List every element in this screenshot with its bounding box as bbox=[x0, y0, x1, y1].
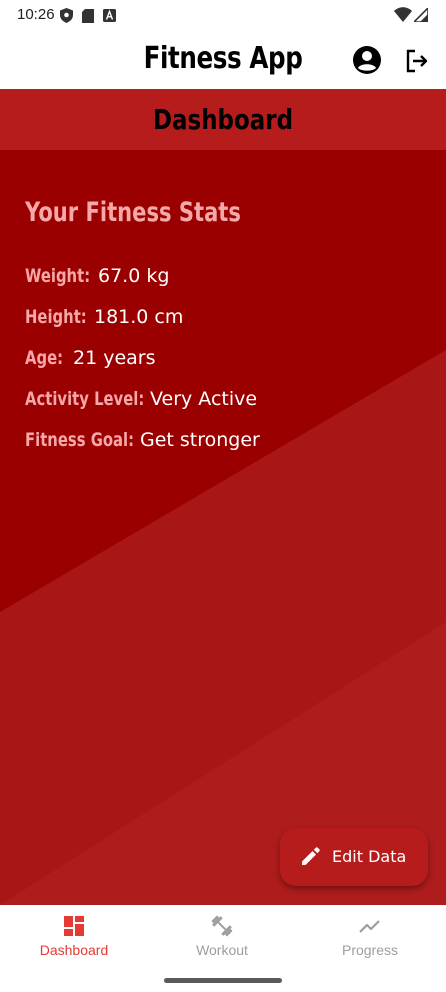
stat-value: Very Active bbox=[150, 388, 258, 410]
app-bar: Fitness App bbox=[0, 32, 446, 89]
app-title: Fitness App bbox=[143, 41, 303, 76]
bottom-navigation: Dashboard Workout Progress bbox=[0, 905, 446, 992]
status-time: 10:26 bbox=[17, 6, 55, 23]
logout-icon bbox=[406, 49, 428, 73]
wifi-icon bbox=[394, 7, 412, 22]
stat-label: Height: bbox=[25, 306, 87, 328]
status-icons-right bbox=[394, 7, 428, 22]
stat-row-weight: Weight: 67.0 kg bbox=[25, 265, 169, 293]
background-decoration bbox=[0, 150, 446, 905]
stat-label: Weight: bbox=[25, 265, 91, 287]
stat-row-height: Height: 181.0 cm bbox=[25, 306, 183, 334]
nav-item-workout[interactable]: Workout bbox=[148, 905, 296, 975]
edit-data-label: Edit Data bbox=[332, 847, 407, 866]
stat-value: 21 years bbox=[73, 347, 156, 369]
stat-value: 67.0 kg bbox=[98, 265, 170, 287]
logout-button[interactable] bbox=[404, 48, 430, 74]
edit-data-button[interactable]: Edit Data bbox=[280, 828, 428, 886]
profile-button[interactable] bbox=[352, 45, 382, 75]
shield-icon bbox=[60, 8, 73, 23]
nav-item-dashboard[interactable]: Dashboard bbox=[0, 905, 148, 975]
status-icons-left bbox=[60, 8, 116, 23]
sd-card-icon bbox=[82, 8, 94, 23]
nav-label-progress: Progress bbox=[341, 942, 399, 958]
stat-row-activity-level: Activity Level: Very Active bbox=[25, 388, 257, 416]
nav-label-workout: Workout bbox=[196, 942, 248, 958]
stat-label: Age: bbox=[25, 347, 64, 369]
stat-row-age: Age: 21 years bbox=[25, 347, 156, 375]
pencil-icon bbox=[302, 847, 320, 865]
stats-panel: Your Fitness Stats Weight: 67.0 kg Heigh… bbox=[0, 150, 446, 905]
trending-up-icon bbox=[359, 920, 380, 933]
dumbbell-icon bbox=[211, 915, 233, 937]
stats-title: Your Fitness Stats bbox=[25, 197, 241, 228]
stat-label: Activity Level: bbox=[25, 388, 145, 410]
status-bar: 10:26 bbox=[0, 0, 446, 32]
stat-value: Get stronger bbox=[140, 429, 260, 451]
stat-value: 181.0 cm bbox=[94, 306, 184, 328]
stat-label: Fitness Goal: bbox=[25, 429, 135, 451]
font-a-icon bbox=[103, 9, 116, 22]
dashboard-title: Dashboard bbox=[152, 103, 294, 136]
stat-row-fitness-goal: Fitness Goal: Get stronger bbox=[25, 429, 260, 457]
dashboard-header: Dashboard bbox=[0, 89, 446, 150]
nav-item-progress[interactable]: Progress bbox=[296, 905, 444, 975]
home-indicator[interactable] bbox=[164, 978, 282, 983]
account-circle-icon bbox=[353, 46, 381, 74]
cell-signal-icon bbox=[414, 7, 428, 22]
dashboard-icon bbox=[64, 916, 84, 936]
nav-label-dashboard: Dashboard bbox=[39, 942, 109, 958]
